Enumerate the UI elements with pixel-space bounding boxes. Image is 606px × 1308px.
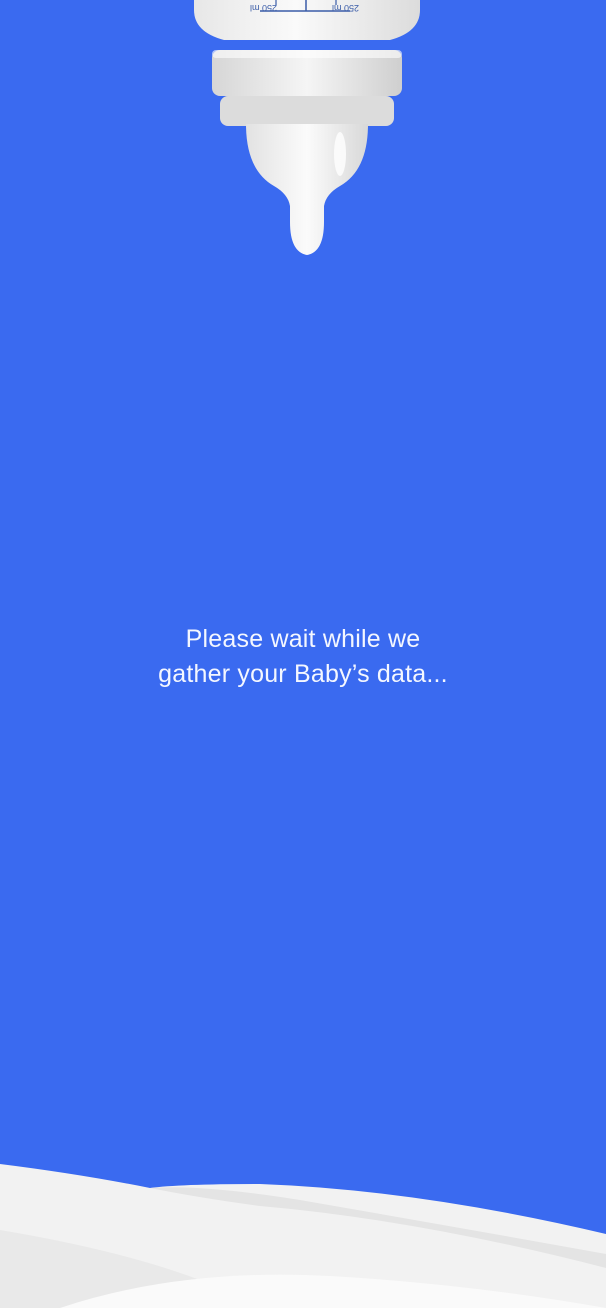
loading-message: Please wait while we gather your Baby’s … xyxy=(0,622,606,692)
loading-message-line-2: gather your Baby’s data... xyxy=(158,660,448,688)
scale-label-right: 250 ml xyxy=(332,3,360,13)
scale-label-left: 250 ml xyxy=(250,3,278,13)
loading-screen: 250 ml 250 ml Please wait while we gathe… xyxy=(0,0,606,1308)
milk-wave-decoration xyxy=(0,1150,606,1308)
baby-bottle-icon: 250 ml 250 ml xyxy=(190,0,424,262)
loading-message-line-1: Please wait while we xyxy=(185,625,421,653)
